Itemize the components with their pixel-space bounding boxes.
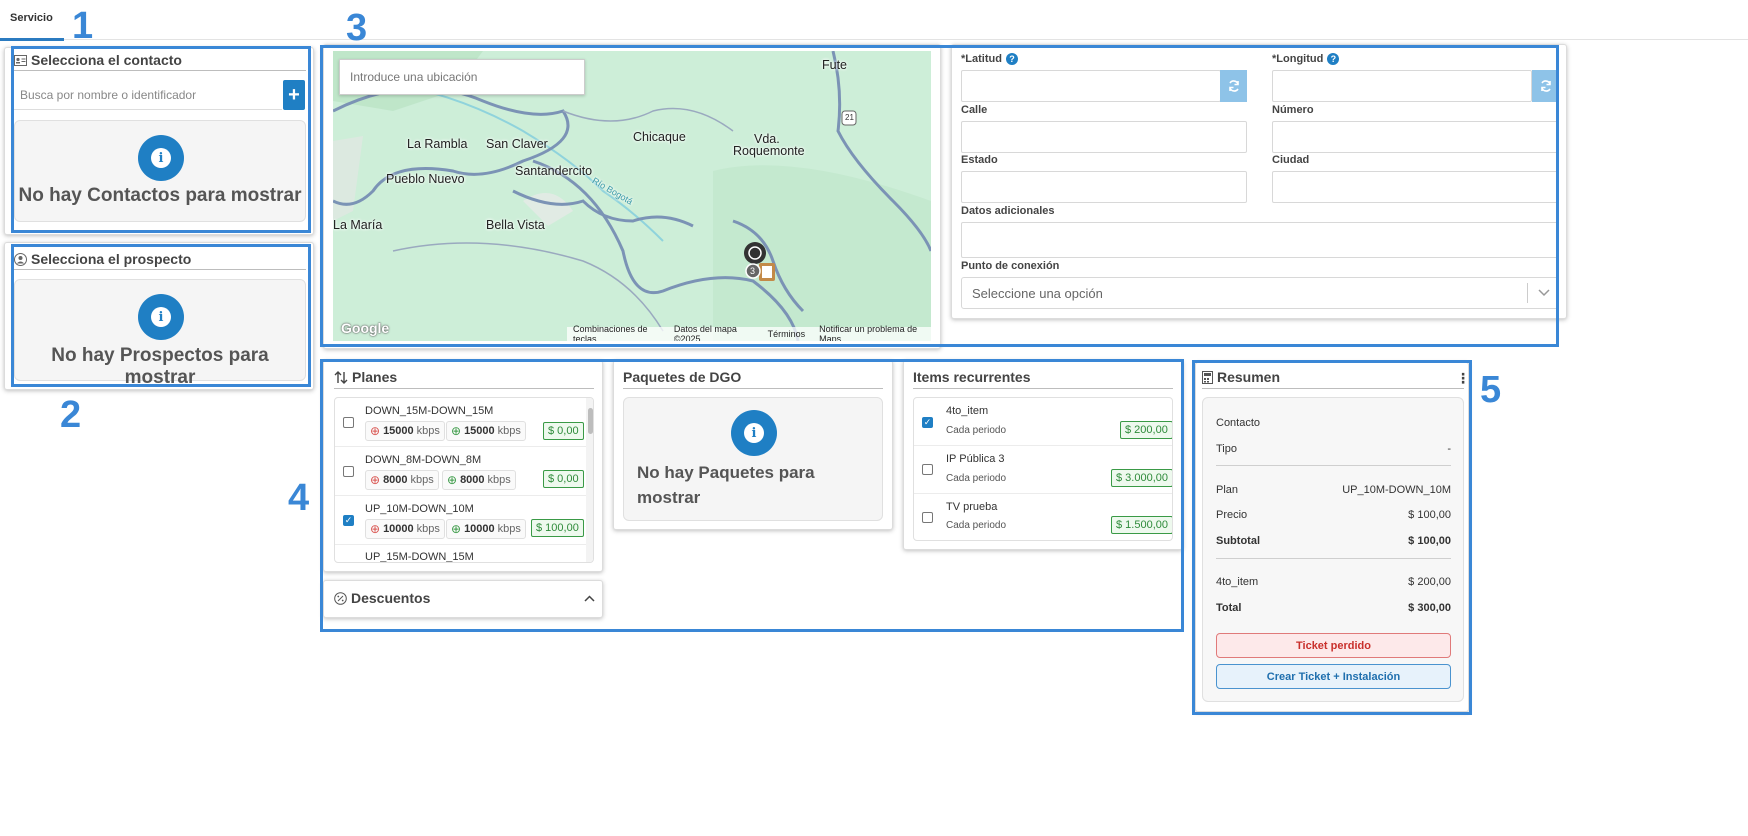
annotation-number-4: 4 bbox=[288, 477, 310, 519]
tab-active-indicator bbox=[0, 38, 64, 41]
annotation-box-2 bbox=[11, 244, 311, 387]
annotation-number-3: 3 bbox=[346, 7, 368, 49]
tab-servicio[interactable]: Servicio bbox=[0, 12, 63, 24]
annotation-number-1: 1 bbox=[72, 5, 94, 47]
tab-bar bbox=[0, 0, 1748, 40]
annotation-box-4 bbox=[320, 359, 1184, 632]
annotation-box-5 bbox=[1192, 360, 1472, 715]
annotation-box-1 bbox=[11, 46, 311, 233]
annotation-box-3 bbox=[320, 45, 1559, 347]
annotation-number-5: 5 bbox=[1480, 369, 1502, 411]
annotation-number-2: 2 bbox=[60, 394, 82, 436]
